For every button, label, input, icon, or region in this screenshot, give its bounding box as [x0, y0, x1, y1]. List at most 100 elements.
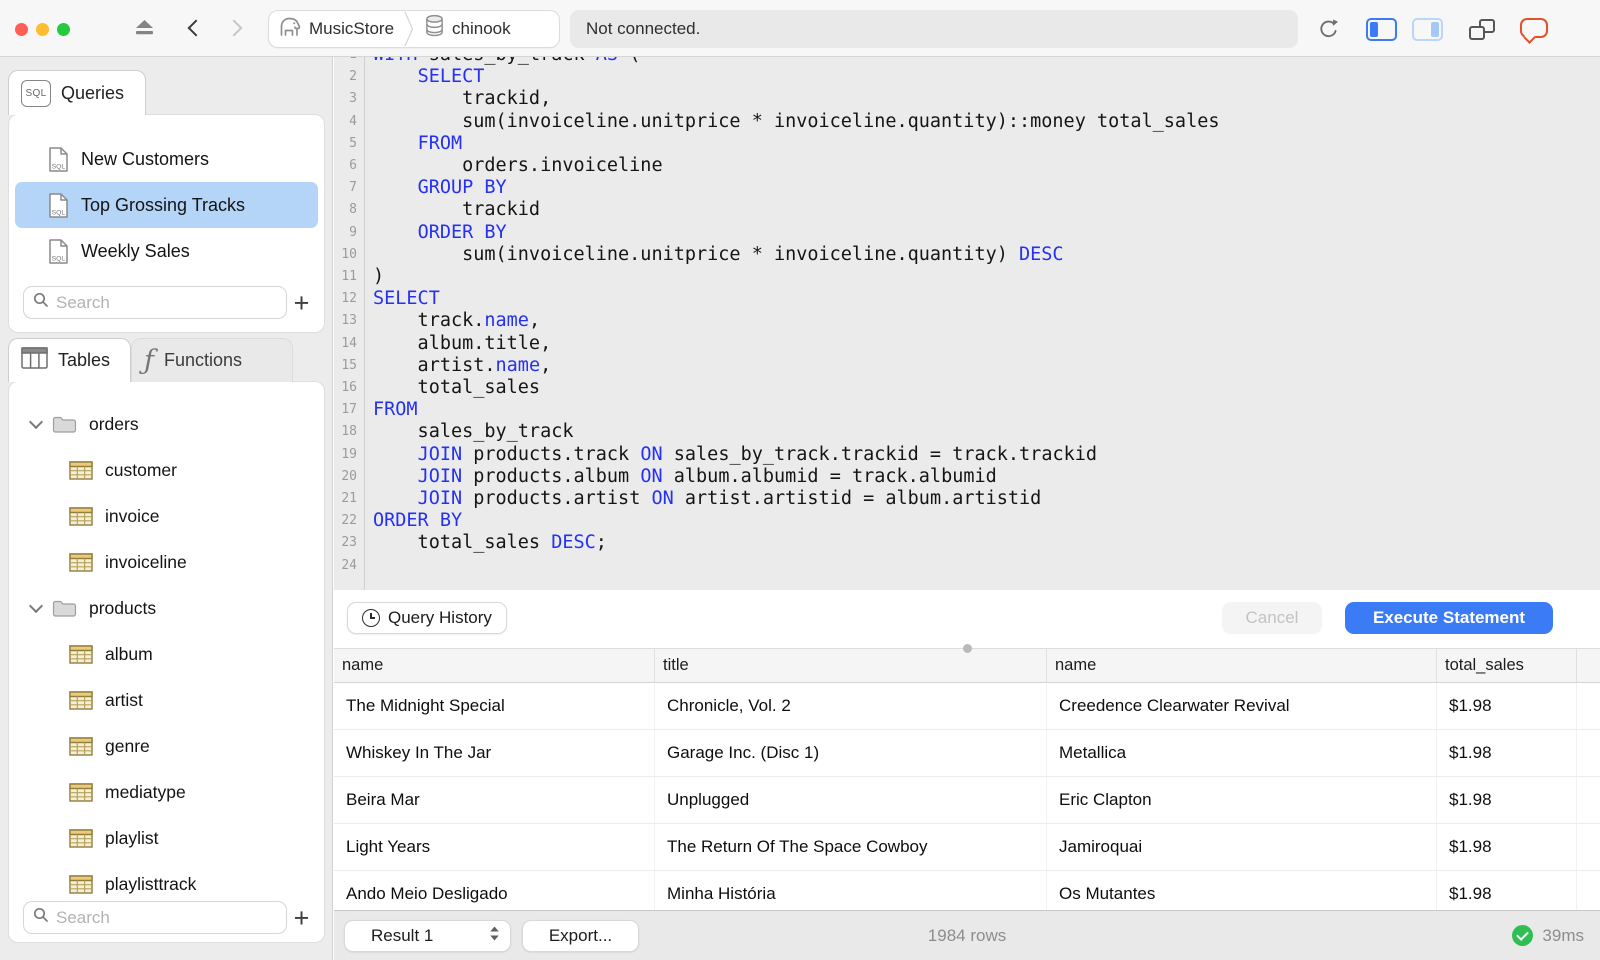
- left-panel-bar: [1370, 22, 1378, 37]
- table-grid-icon: [69, 736, 93, 756]
- table-cell: $1.98: [1437, 824, 1577, 870]
- line-number: 17: [334, 399, 365, 422]
- svg-text:SQL: SQL: [52, 163, 66, 170]
- svg-text:SQL: SQL: [52, 209, 66, 216]
- table-cell: Metallica: [1047, 730, 1437, 776]
- tables-search-field[interactable]: [23, 901, 287, 934]
- results-header: name title name total_sales: [334, 648, 1600, 683]
- table-grid-icon: [69, 874, 93, 894]
- tab-tables[interactable]: Tables: [8, 338, 131, 382]
- table-grid-icon: [69, 552, 93, 572]
- add-table-button[interactable]: +: [287, 903, 316, 933]
- tree-table-customer[interactable]: customer: [9, 447, 324, 493]
- code-line: 24: [334, 554, 1600, 577]
- tables-icon: [21, 347, 48, 374]
- line-number: 19: [334, 443, 365, 466]
- query-list-item[interactable]: SQL New Customers: [15, 136, 318, 182]
- code-line: 18 sales_by_track: [334, 421, 1600, 444]
- tree-table-invoiceline[interactable]: invoiceline: [9, 539, 324, 585]
- line-number: 16: [334, 377, 365, 400]
- success-check-icon: [1512, 925, 1534, 946]
- tree-folder-orders[interactable]: orders: [9, 401, 324, 447]
- zoom-window-button[interactable]: [57, 23, 70, 36]
- tree-table-mediatype[interactable]: mediatype: [9, 769, 324, 815]
- line-number: 6: [334, 155, 365, 178]
- windows-icon[interactable]: [1469, 19, 1495, 40]
- table-grid-icon: [69, 782, 93, 802]
- tree-table-album[interactable]: album: [9, 631, 324, 677]
- code-line: 23 total_sales DESC;: [334, 532, 1600, 555]
- table-row[interactable]: Whiskey In The Jar Garage Inc. (Disc 1) Me…: [334, 730, 1600, 777]
- tree-folder-products[interactable]: products: [9, 585, 324, 631]
- sql-file-icon: SQL: [49, 192, 68, 218]
- table-row[interactable]: The Midnight Special Chronicle, Vol. 2 Cre…: [334, 683, 1600, 730]
- minimize-window-button[interactable]: [36, 23, 49, 36]
- tree-table-genre[interactable]: genre: [9, 723, 324, 769]
- column-header[interactable]: name: [334, 649, 655, 682]
- table-cell: Creedence Clearwater Revival: [1047, 683, 1437, 729]
- toggle-right-sidebar-icon[interactable]: [1412, 18, 1443, 41]
- table-row[interactable]: Beira Mar Unplugged Eric Clapton $1.98: [334, 777, 1600, 824]
- tables-search-input[interactable]: [56, 907, 277, 928]
- query-list-item[interactable]: SQL Weekly Sales: [15, 228, 318, 274]
- table-grid-icon: [69, 506, 93, 526]
- close-window-button[interactable]: [15, 23, 28, 36]
- chevron-down-icon[interactable]: [28, 414, 44, 430]
- table-cell: $1.98: [1437, 730, 1577, 776]
- execute-statement-button[interactable]: Execute Statement: [1345, 602, 1553, 634]
- table-cell: The Midnight Special: [334, 683, 655, 729]
- tab-queries[interactable]: SQL Queries: [8, 70, 146, 115]
- line-number: 10: [334, 243, 365, 267]
- query-history-button[interactable]: Query History: [347, 602, 507, 634]
- folder-icon: [52, 600, 77, 617]
- eject-icon[interactable]: [134, 19, 155, 41]
- code-lines: 1WITH sales_by_track AS (2 SELECT3 track…: [334, 57, 1600, 590]
- table-cell: Os Mutantes: [1047, 871, 1437, 910]
- code-line: 22 ORDER BY: [334, 510, 1600, 533]
- sql-editor[interactable]: 1WITH sales_by_track AS (2 SELECT3 track…: [334, 57, 1600, 590]
- line-number: 7: [334, 177, 365, 200]
- query-list-item[interactable]: SQL Top Grossing Tracks: [15, 182, 318, 228]
- splitter-handle[interactable]: [963, 644, 972, 653]
- tab-functions[interactable]: ƒ Functions: [131, 338, 293, 382]
- toggle-left-sidebar-icon[interactable]: [1366, 18, 1397, 41]
- queries-search-field[interactable]: [23, 286, 287, 319]
- forward-button[interactable]: [225, 19, 243, 37]
- table-cell: Unplugged: [655, 777, 1047, 823]
- line-number: 15: [334, 354, 365, 378]
- breadcrumb-server[interactable]: MusicStore: [269, 11, 404, 47]
- queries-search-row: +: [23, 286, 316, 319]
- breadcrumb-database[interactable]: chinook: [414, 11, 521, 47]
- tree-table-invoice[interactable]: invoice: [9, 493, 324, 539]
- row-count: 1984 rows: [927, 925, 1007, 945]
- tables-tab-label: Tables: [58, 350, 111, 370]
- back-button[interactable]: [187, 19, 205, 37]
- code-line: 5 FROM: [334, 132, 1600, 156]
- column-header[interactable]: name: [1047, 649, 1437, 682]
- search-icon: [33, 292, 49, 313]
- feedback-chat-icon[interactable]: [1520, 18, 1548, 38]
- cancel-button[interactable]: Cancel: [1222, 602, 1322, 634]
- line-number: 13: [334, 310, 365, 333]
- refresh-icon[interactable]: [1316, 17, 1341, 47]
- table-cell: Beira Mar: [334, 777, 655, 823]
- queries-search-input[interactable]: [56, 292, 277, 313]
- chevron-down-icon[interactable]: [28, 598, 44, 614]
- line-number: 20: [334, 465, 365, 489]
- code-line: 20 JOIN products.album ON album.albumid …: [334, 465, 1600, 489]
- tree-table-artist[interactable]: artist: [9, 677, 324, 723]
- column-header[interactable]: title: [655, 649, 1047, 682]
- column-header[interactable]: total_sales: [1437, 649, 1577, 682]
- code-line: 6 orders.invoiceline: [334, 155, 1600, 178]
- table-row[interactable]: Ando Meio Desligado Minha História Os Muta…: [334, 871, 1600, 910]
- table-cell: The Return Of The Space Cowboy: [655, 824, 1047, 870]
- code-line: 7 GROUP BY: [334, 177, 1600, 200]
- line-number: 5: [334, 132, 365, 156]
- sql-badge-icon: SQL: [21, 79, 51, 107]
- line-number: 21: [334, 488, 365, 511]
- queries-tab-label: Queries: [61, 82, 125, 103]
- database-cylinder-icon: [424, 14, 445, 44]
- tree-table-playlist[interactable]: playlist: [9, 815, 324, 861]
- table-row[interactable]: Light Years The Return Of The Space Cowbo…: [334, 824, 1600, 871]
- add-query-button[interactable]: +: [287, 288, 316, 318]
